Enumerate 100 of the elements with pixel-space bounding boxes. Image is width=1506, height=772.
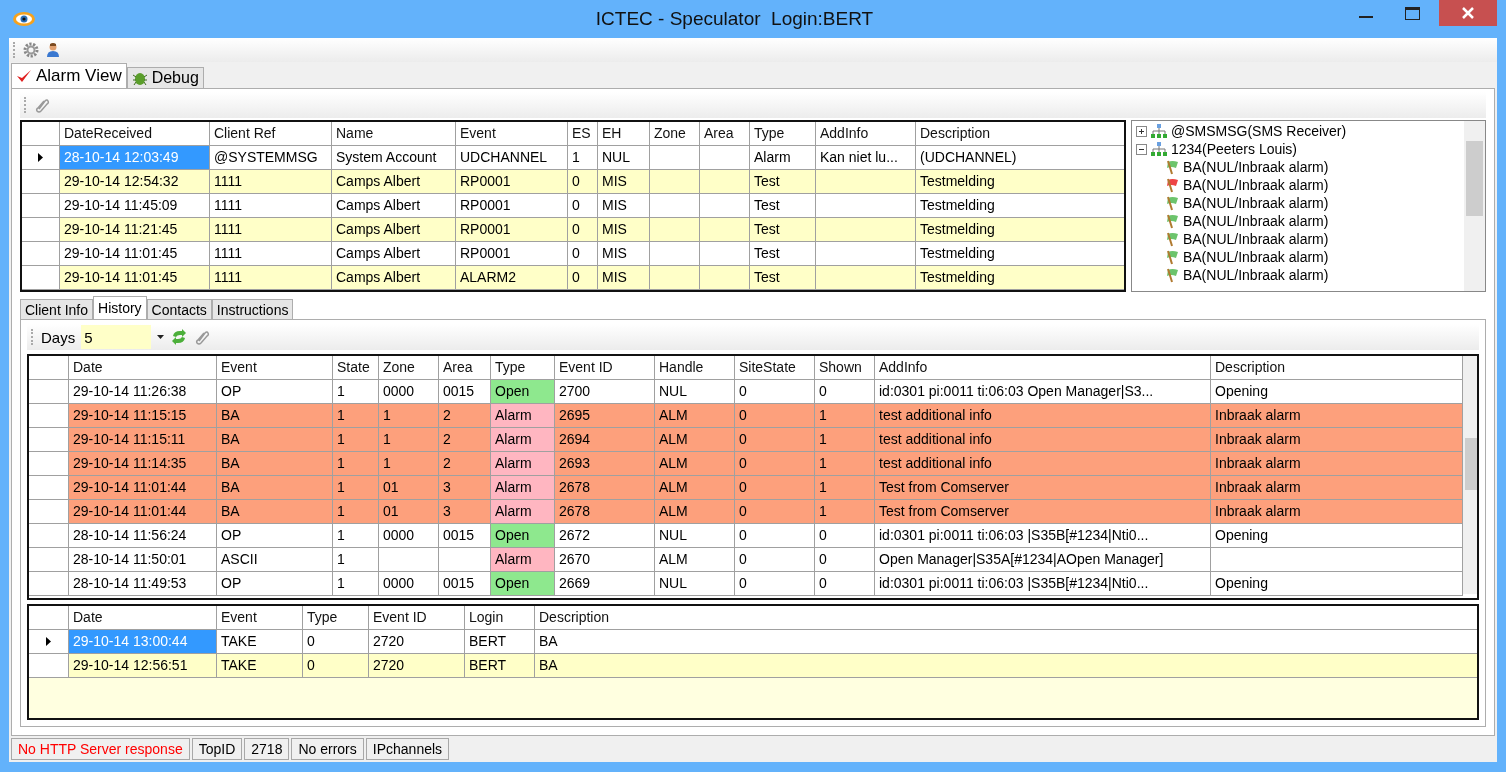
tab[interactable]: Client Info: [20, 299, 94, 319]
table-row[interactable]: 28-10-14 11:56:24 OP 1 0000 0015 Open 2672 NUL 0 0 id:0301 pi:0011 ti:06:03 |S35B[#1234|Nti0... Opening: [29, 524, 1463, 548]
tree-node[interactable]: BA(NUL/Inbraak alarm): [1135, 248, 1464, 266]
table-cell: Alarm: [491, 548, 555, 572]
column-header[interactable]: AddInfo: [875, 356, 1211, 380]
tree-label: BA(NUL/Inbraak alarm): [1182, 267, 1329, 283]
toolbar-grip: [13, 42, 17, 58]
toolbar-grip: [24, 97, 28, 113]
refresh-icon[interactable]: [170, 329, 189, 345]
tab[interactable]: Contacts: [146, 299, 212, 319]
column-header[interactable]: State: [333, 356, 379, 380]
network-icon: [1149, 141, 1168, 157]
expand-icon[interactable]: [1135, 125, 1147, 137]
table-row[interactable]: 29-10-14 11:15:11 BA 1 1 2 Alarm 2694 ALM 0 1 test additional info Inbraak alarm: [29, 428, 1463, 452]
table-row[interactable]: 29-10-14 11:15:15 BA 1 1 2 Alarm 2695 ALM 0 1 test additional info Inbraak alarm: [29, 404, 1463, 428]
column-header[interactable]: Zone: [379, 356, 439, 380]
column-header[interactable]: Zone: [650, 122, 700, 146]
column-header[interactable]: Shown: [815, 356, 875, 380]
column-header[interactable]: Login: [465, 606, 535, 630]
tree-label: @SMSMSG(SMS Receiver): [1170, 123, 1347, 139]
column-header[interactable]: Event: [217, 606, 303, 630]
table-cell: 1: [333, 572, 379, 596]
column-header[interactable]: EH: [598, 122, 650, 146]
table-cell: Alarm: [491, 452, 555, 476]
column-header[interactable]: Handle: [655, 356, 735, 380]
tree-node[interactable]: BA(NUL/Inbraak alarm): [1135, 266, 1464, 284]
window-title: ICTEC - Speculator Login:BERT: [594, 7, 875, 31]
table-row[interactable]: 29-10-14 11:01:44 BA 1 01 3 Alarm 2678 ALM 0 1 Test from Comserver Inbraak alarm: [29, 476, 1463, 500]
tree-node[interactable]: BA(NUL/Inbraak alarm): [1135, 212, 1464, 230]
minimize-icon: [1359, 16, 1373, 18]
tree-node[interactable]: BA(NUL/Inbraak alarm): [1135, 230, 1464, 248]
tree-node[interactable]: BA(NUL/Inbraak alarm): [1135, 194, 1464, 212]
column-header[interactable]: Type: [750, 122, 816, 146]
column-header[interactable]: SiteState: [735, 356, 815, 380]
column-header[interactable]: Event: [456, 122, 568, 146]
table-cell: 0000: [379, 572, 439, 596]
table-cell: Test: [750, 266, 816, 290]
tree-label: BA(NUL/Inbraak alarm): [1182, 177, 1329, 193]
column-header[interactable]: Description: [1211, 356, 1463, 380]
table-row[interactable]: 29-10-14 11:01:44 BA 1 01 3 Alarm 2678 ALM 0 1 Test from Comserver Inbraak alarm: [29, 500, 1463, 524]
column-header[interactable]: Event ID: [369, 606, 465, 630]
column-header[interactable]: Event: [217, 356, 333, 380]
tree-label: BA(NUL/Inbraak alarm): [1182, 213, 1329, 229]
tab[interactable]: Alarm View: [11, 63, 127, 88]
tab[interactable]: History: [93, 296, 147, 319]
tree-label: BA(NUL/Inbraak alarm): [1182, 159, 1329, 175]
tree-label: BA(NUL/Inbraak alarm): [1182, 195, 1329, 211]
column-header[interactable]: Description: [535, 606, 1477, 630]
column-header[interactable]: AddInfo: [816, 122, 916, 146]
column-header[interactable]: DateReceived: [60, 122, 210, 146]
table-cell: 0: [735, 572, 815, 596]
header-corner: [29, 606, 69, 630]
network-icon: [1149, 123, 1168, 139]
column-header[interactable]: Type: [303, 606, 369, 630]
table-cell: 29-10-14 13:00:44: [69, 630, 217, 654]
table-row[interactable]: 29-10-14 11:26:38 OP 1 0000 0015 Open 2700 NUL 0 0 id:0301 pi:0011 ti:06:03 Open Manager|S3... Opening: [29, 380, 1463, 404]
column-header[interactable]: Type: [491, 356, 555, 380]
days-dropdown[interactable]: 5: [81, 325, 152, 349]
days-label: Days: [41, 328, 76, 346]
eye-icon: [12, 11, 36, 27]
tree-node[interactable]: BA(NUL/Inbraak alarm): [1135, 176, 1464, 194]
table-cell: 29-10-14 11:01:45: [60, 266, 210, 290]
table-cell: id:0301 pi:0011 ti:06:03 |S35B[#1234|Nti0...: [875, 572, 1211, 596]
paperclip-icon[interactable]: [194, 329, 211, 345]
column-header[interactable]: Name: [332, 122, 456, 146]
tree-node[interactable]: BA(NUL/Inbraak alarm): [1135, 158, 1464, 176]
column-header[interactable]: Date: [69, 356, 217, 380]
column-header[interactable]: Client Ref: [210, 122, 332, 146]
table-cell: 2669: [555, 572, 655, 596]
close-button[interactable]: [1439, 0, 1497, 26]
table-cell: 2720: [369, 654, 465, 678]
collapse-icon[interactable]: [1135, 143, 1147, 155]
paperclip-icon[interactable]: [34, 97, 50, 113]
table-cell: Testmelding: [916, 266, 1124, 290]
table-row[interactable]: 29-10-14 11:14:35 BA 1 1 2 Alarm 2693 ALM 0 1 test additional info Inbraak alarm: [29, 452, 1463, 476]
status-panel: No HTTP Server response: [11, 738, 190, 760]
gear-icon[interactable]: [23, 42, 39, 58]
column-header[interactable]: Date: [69, 606, 217, 630]
tab[interactable]: Debug: [126, 67, 204, 88]
tree-label: 1234(Peeters Louis): [1170, 141, 1297, 157]
table-cell: 1111: [210, 266, 332, 290]
column-header[interactable]: Area: [439, 356, 491, 380]
close-icon: [1461, 7, 1475, 19]
column-header[interactable]: Event ID: [555, 356, 655, 380]
toolbar-grip: [31, 329, 35, 345]
column-header[interactable]: ES: [568, 122, 598, 146]
caret-icon[interactable]: [157, 335, 165, 339]
row-header[interactable]: [29, 630, 69, 654]
table-cell: Open: [491, 524, 555, 548]
user-icon[interactable]: [45, 42, 61, 58]
tree-node[interactable]: @SMSMSG(SMS Receiver): [1135, 122, 1464, 140]
table-row[interactable]: 28-10-14 11:49:53 OP 1 0000 0015 Open 2669 NUL 0 0 id:0301 pi:0011 ti:06:03 |S35B[#1234|Nti0... Opening: [29, 572, 1463, 596]
scrollbar[interactable]: [1464, 121, 1485, 291]
column-header[interactable]: Area: [700, 122, 750, 146]
table-cell: [650, 266, 700, 290]
tree-node[interactable]: 1234(Peeters Louis): [1135, 140, 1464, 158]
table-row[interactable]: 28-10-14 11:50:01 ASCII 1 Alarm 2670 ALM 0 0 Open Manager|S35A[#1234|AOpen Manager]: [29, 548, 1463, 572]
table-cell: Alarm: [491, 500, 555, 524]
row-header[interactable]: [22, 146, 60, 170]
tab[interactable]: Instructions: [211, 299, 294, 319]
